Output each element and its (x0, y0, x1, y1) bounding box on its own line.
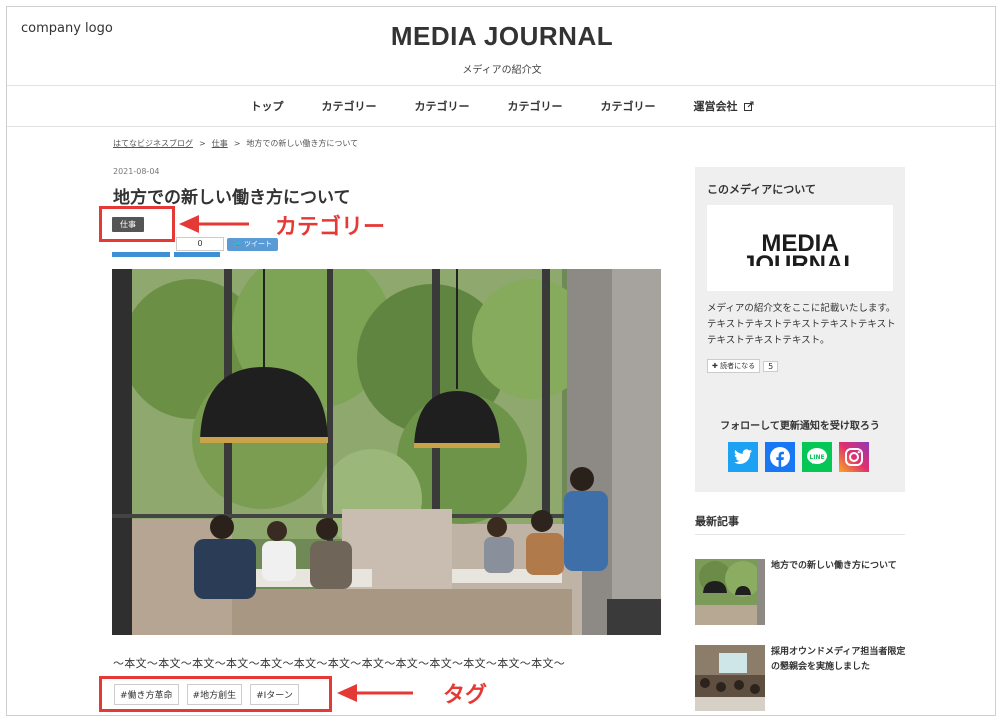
recent-post-title[interactable]: 採用オウンドメディア担当者限定の懇親会を実施しました (771, 645, 907, 675)
post-date: 2021-08-04 (113, 167, 160, 176)
hatena-share-count[interactable]: 0 (176, 237, 224, 251)
category-arrow-icon (179, 215, 249, 233)
global-nav: トップ カテゴリー カテゴリー カテゴリー カテゴリー 運営会社 (7, 85, 995, 127)
nav-item-top[interactable]: トップ (251, 98, 284, 114)
page-frame: company logo MEDIA JOURNAL メディアの紹介文 トップ … (6, 6, 996, 716)
about-title: このメディアについて (707, 183, 816, 196)
svg-text:LINE: LINE (809, 454, 824, 461)
post-body: 〜本文〜本文〜本文〜本文〜本文〜本文〜本文〜本文〜本文〜本文〜本文〜本文〜本文〜 (113, 657, 565, 670)
office-photo (112, 269, 661, 635)
breadcrumb-category[interactable]: 仕事 (212, 138, 228, 149)
nav-item-category[interactable]: カテゴリー (601, 98, 656, 114)
subscriber-count: 5 (763, 360, 779, 372)
tweet-label: ツイート (243, 239, 272, 248)
instagram-icon[interactable] (839, 442, 869, 472)
tag-arrow-icon (337, 684, 413, 702)
breadcrumb-home[interactable]: はてなビジネスブログ (113, 138, 193, 149)
recent-post-thumbnail[interactable] (695, 645, 765, 711)
nav-label: トップ (250, 100, 284, 113)
tweet-button[interactable]: 🐦 ツイート (227, 237, 278, 251)
breadcrumb-separator: > (233, 139, 241, 148)
site-title[interactable]: MEDIA JOURNAL (7, 21, 995, 52)
line-icon[interactable]: LINE (802, 442, 832, 472)
media-journal-logo-image: MEDIA JOURNAL (742, 230, 858, 278)
breadcrumb-current: 地方での新しい働き方について (246, 139, 359, 148)
about-description: メディアの紹介文をここに記載いたします。テキストテキストテキストテキストテキスト… (707, 303, 896, 346)
nav-item-category[interactable]: カテゴリー (322, 98, 377, 114)
facebook-share-button[interactable] (174, 252, 220, 257)
facebook-icon[interactable] (765, 442, 795, 472)
category-annotation-label: カテゴリー (275, 215, 386, 240)
svg-text:MEDIA: MEDIA (761, 230, 838, 257)
subscribe-button[interactable]: ✚ 読者になる (707, 359, 761, 373)
hatena-bookmark-buttons (112, 252, 220, 257)
subscribe-row: ✚ 読者になる 5 (707, 359, 779, 373)
twitter-icon: 🐦 (233, 239, 242, 248)
hero-image (112, 269, 661, 635)
nav-label: 運営会社 (693, 100, 738, 113)
external-link-icon (743, 101, 753, 111)
nav-item-company[interactable]: 運営会社 (694, 98, 754, 114)
site-subtitle: メディアの紹介文 (462, 65, 542, 76)
follow-title: フォローして更新通知を受け取ろう (720, 421, 880, 432)
nav-label: カテゴリー (414, 100, 470, 113)
recent-posts-divider (695, 534, 905, 535)
social-icons: LINE (728, 442, 869, 472)
hatena-bookmark-button[interactable] (112, 252, 170, 257)
breadcrumb: はてなビジネスブログ > 仕事 > 地方での新しい働き方について (113, 138, 358, 149)
subscribe-label: 読者になる (720, 362, 756, 370)
tag-highlight-box (99, 676, 332, 712)
breadcrumb-separator: > (199, 139, 206, 148)
recent-post-thumbnail[interactable] (695, 559, 765, 625)
nav-item-category[interactable]: カテゴリー (415, 98, 470, 114)
nav-item-category[interactable]: カテゴリー (508, 98, 563, 114)
tag-annotation-label: タグ (443, 683, 488, 708)
recent-posts-title: 最新記事 (695, 515, 739, 528)
about-media-widget: このメディアについて MEDIA JOURNAL メディアの紹介文をここに記載い… (695, 167, 905, 492)
plus-icon: ✚ (712, 362, 718, 370)
post-title: 地方での新しい働き方について (113, 188, 351, 208)
share-buttons: 0 🐦 ツイート (112, 237, 278, 251)
nav-label: カテゴリー (600, 100, 656, 113)
nav-label: カテゴリー (321, 100, 377, 113)
recent-post-title[interactable]: 地方での新しい働き方について (771, 559, 907, 574)
twitter-icon[interactable] (728, 442, 758, 472)
nav-label: カテゴリー (507, 100, 563, 113)
svg-text:JOURNAL: JOURNAL (742, 251, 858, 278)
media-logo[interactable]: MEDIA JOURNAL (707, 205, 893, 291)
